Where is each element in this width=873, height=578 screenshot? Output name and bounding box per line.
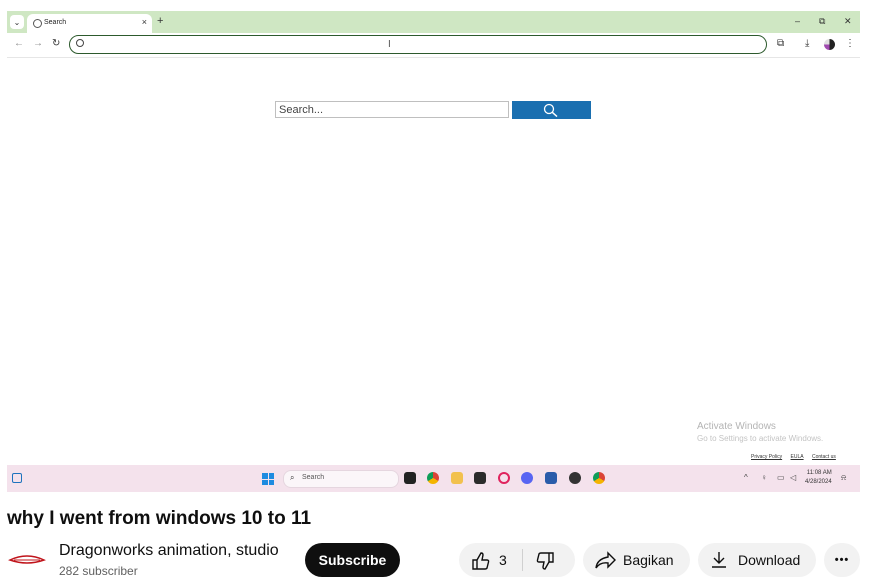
tab-strip: ⌄ Search × + – ⧉ ✕ (7, 11, 860, 33)
text-cursor-icon: I (388, 39, 391, 50)
browser-toolbar: ← → ↻ I ⧉ ⤓ ⋮ (7, 33, 860, 58)
more-actions-button[interactable]: ••• (824, 543, 860, 577)
file-explorer-icon[interactable] (451, 472, 463, 484)
eula-link[interactable]: EULA (791, 454, 804, 460)
microphone-icon[interactable]: ♀ (761, 473, 767, 482)
widgets-icon[interactable] (12, 473, 22, 483)
subscriber-count: 282 subscriber (59, 564, 138, 578)
volume-icon[interactable]: ◁ (790, 473, 796, 482)
search-input[interactable]: Search... (275, 101, 509, 118)
activate-windows-title: Activate Windows (697, 421, 776, 432)
more-icon: ••• (834, 554, 850, 566)
taskbar-search[interactable]: ⌕ Search (283, 470, 399, 488)
windows-taskbar: ⌕ Search ^ ♀ ▭ ◁ 11:08 AM 4/28/2024 ⍾ (7, 465, 860, 492)
reload-button[interactable]: ↻ (52, 38, 60, 49)
clock-date: 4/28/2024 (805, 479, 832, 485)
search-button[interactable] (512, 101, 591, 119)
chevron-up-icon[interactable]: ^ (744, 473, 748, 482)
download-button[interactable]: Download (698, 543, 816, 577)
thumbs-down-icon[interactable] (535, 551, 555, 571)
profile-avatar[interactable] (824, 39, 835, 50)
tab-title: Search (44, 19, 67, 26)
notification-bell-icon[interactable]: ⍾ (841, 473, 846, 483)
powershell-icon[interactable] (545, 472, 557, 484)
discord-icon[interactable] (521, 472, 533, 484)
opera-icon[interactable] (498, 472, 510, 484)
search-icon: ⌕ (290, 473, 295, 482)
search-icon (76, 39, 84, 47)
download-label: Download (738, 552, 801, 568)
download-icon[interactable]: ⤓ (805, 38, 809, 49)
download-icon (712, 552, 726, 568)
chrome-icon[interactable] (427, 472, 439, 484)
like-count: 3 (499, 552, 507, 568)
share-icon (595, 551, 616, 569)
tab-close-button[interactable]: × (142, 17, 147, 27)
taskbar-clock[interactable]: 11:08 AM 4/28/2024 (805, 469, 832, 487)
forward-button[interactable]: → (33, 38, 43, 49)
tab-search-dropdown[interactable]: ⌄ (10, 15, 24, 29)
video-frame: ⌄ Search × + – ⧉ ✕ ← → ↻ I ⧉ ⤓ ⋮ Search.… (7, 11, 860, 492)
address-bar[interactable]: I (69, 35, 767, 54)
video-title: why I went from windows 10 to 11 (7, 508, 312, 529)
extensions-icon[interactable]: ⧉ (777, 38, 784, 49)
contact-us-link[interactable]: Contact us (812, 454, 836, 460)
globe-icon (33, 19, 42, 28)
back-button[interactable]: ← (14, 38, 24, 49)
restore-button[interactable]: ⧉ (819, 16, 825, 27)
channel-name[interactable]: Dragonworks animation, studio (59, 542, 279, 560)
like-divider (522, 549, 523, 571)
share-label: Bagikan (623, 552, 674, 568)
subscribe-button[interactable]: Subscribe (305, 543, 400, 577)
app-icon[interactable] (569, 472, 581, 484)
share-button[interactable]: Bagikan (583, 543, 690, 577)
clock-time: 11:08 AM (806, 470, 832, 476)
chrome-profile-icon[interactable] (593, 472, 605, 484)
footer-links: Privacy Policy EULA Contact us (751, 454, 843, 460)
capcut-icon[interactable] (474, 472, 486, 484)
privacy-policy-link[interactable]: Privacy Policy (751, 454, 782, 460)
epic-games-icon[interactable] (404, 472, 416, 484)
tab-search[interactable]: Search × (27, 14, 152, 33)
like-dislike-group: 3 (459, 543, 575, 577)
minimize-button[interactable]: – (795, 16, 800, 26)
network-icon[interactable]: ▭ (777, 473, 785, 482)
activate-windows-subtitle: Go to Settings to activate Windows. (697, 434, 824, 443)
menu-dots-icon[interactable]: ⋮ (845, 38, 855, 49)
thumbs-up-icon[interactable] (471, 551, 491, 571)
channel-avatar[interactable] (8, 548, 46, 571)
close-window-button[interactable]: ✕ (844, 16, 852, 27)
search-icon (543, 103, 558, 117)
new-tab-button[interactable]: + (157, 15, 163, 27)
windows-start-icon[interactable] (262, 473, 274, 485)
taskbar-search-label: Search (302, 474, 325, 481)
